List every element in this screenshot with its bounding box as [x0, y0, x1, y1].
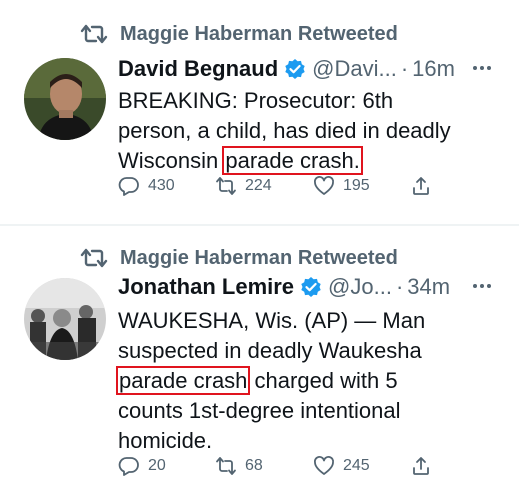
separator-dot: · — [395, 274, 404, 299]
timestamp[interactable]: 16m — [412, 56, 455, 82]
like-button[interactable]: 245 — [313, 455, 370, 477]
share-button[interactable] — [410, 455, 440, 477]
retweet-icon — [216, 457, 236, 475]
tweet-2[interactable]: Maggie Haberman Retweeted Jonathan Lemir… — [0, 226, 519, 500]
reply-button[interactable]: 20 — [118, 455, 166, 477]
author-name[interactable]: David Begnaud — [118, 56, 278, 82]
text-line: parade crash charged with 5 — [115, 366, 498, 396]
retweet-count: 224 — [245, 177, 272, 194]
avatar[interactable] — [24, 58, 106, 140]
retweeted-by-label[interactable]: Maggie Haberman Retweeted — [120, 23, 398, 46]
retweet-button[interactable]: 224 — [215, 175, 272, 197]
text-line: suspected in deadly Waukesha — [118, 338, 422, 363]
author-handle[interactable]: @Davi... — [312, 56, 397, 82]
like-count: 195 — [343, 177, 370, 194]
retweet-icon — [80, 24, 108, 44]
tweet-1[interactable]: Maggie Haberman Retweeted David Begnaud … — [0, 0, 519, 225]
text-segment: charged with 5 — [248, 368, 398, 393]
tweet-text: BREAKING: Prosecutor: 6th person, a chil… — [118, 86, 498, 176]
more-options-icon[interactable] — [473, 66, 491, 70]
retweet-context[interactable]: Maggie Haberman Retweeted — [80, 246, 398, 270]
share-icon — [413, 177, 429, 195]
heart-icon — [314, 176, 334, 195]
retweet-count: 68 — [245, 457, 263, 474]
text-line: counts 1st-degree intentional — [118, 398, 401, 423]
author-name[interactable]: Jonathan Lemire — [118, 274, 294, 300]
text-line: WAUKESHA, Wis. (AP) — Man — [118, 308, 426, 333]
share-button[interactable] — [410, 175, 440, 197]
text-line: Wisconsin parade crash. — [118, 146, 498, 176]
heart-icon — [314, 456, 334, 475]
text-line: person, a child, has died in deadly — [118, 118, 451, 143]
separator-dot: · — [400, 56, 409, 81]
verified-badge-icon — [301, 277, 321, 297]
tweet-text: WAUKESHA, Wis. (AP) — Man suspected in d… — [115, 306, 498, 456]
tweet-header: David Begnaud @Davi... · 16m — [118, 56, 455, 82]
text-line: BREAKING: Prosecutor: 6th — [118, 88, 394, 113]
share-icon — [413, 457, 429, 475]
avatar-jonathan-lemire — [24, 278, 106, 360]
highlighted-phrase: parade crash. — [222, 146, 363, 175]
retweet-button[interactable]: 68 — [215, 455, 263, 477]
like-button[interactable]: 195 — [313, 175, 370, 197]
avatar[interactable] — [24, 278, 106, 360]
reply-count: 430 — [148, 177, 175, 194]
like-count: 245 — [343, 457, 370, 474]
author-handle[interactable]: @Jo... — [328, 274, 392, 300]
timestamp[interactable]: 34m — [407, 274, 450, 300]
reply-count: 20 — [148, 457, 166, 474]
reply-icon — [118, 457, 139, 476]
retweeted-by-label[interactable]: Maggie Haberman Retweeted — [120, 247, 398, 270]
reply-icon — [118, 177, 139, 196]
retweet-icon — [80, 248, 108, 268]
text-line: homicide. — [118, 428, 213, 453]
text-segment: Wisconsin — [118, 148, 225, 173]
more-options-icon[interactable] — [473, 284, 491, 288]
reply-button[interactable]: 430 — [118, 175, 175, 197]
highlighted-phrase: parade crash — [115, 366, 251, 395]
retweet-icon — [216, 177, 236, 195]
tweet-header: Jonathan Lemire @Jo... · 34m — [118, 274, 450, 300]
avatar-david-begnaud — [24, 58, 106, 140]
retweet-context[interactable]: Maggie Haberman Retweeted — [80, 22, 398, 46]
verified-badge-icon — [285, 59, 305, 79]
